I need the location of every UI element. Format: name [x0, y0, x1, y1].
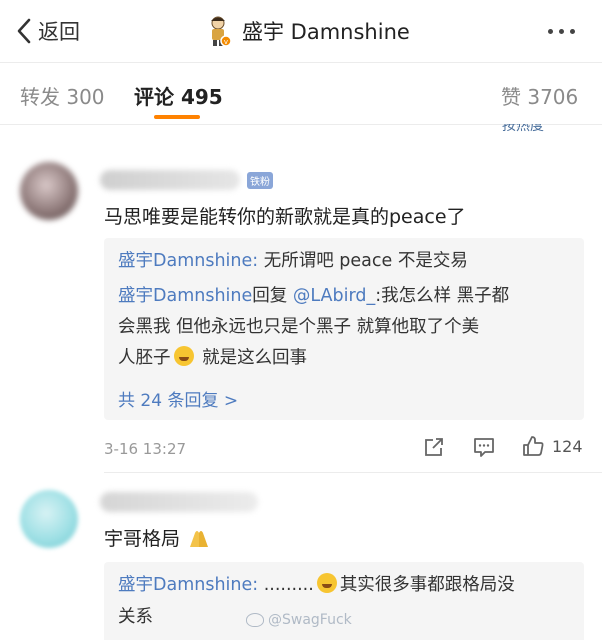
tab-likes[interactable]: 赞 3706	[501, 81, 578, 110]
reply-author-link[interactable]: 盛宇Damnshine:	[118, 575, 258, 595]
comment-text: 宇哥格局	[104, 524, 212, 551]
reply-text: 人胚子	[118, 348, 171, 368]
reply-box[interactable]: 盛宇Damnshine: ......... 其实很多事都跟格局没 关系	[104, 562, 584, 640]
reply-line: 人胚子 就是这么回事	[118, 343, 307, 374]
like-button[interactable]: 124	[522, 435, 583, 457]
back-label: 返回	[38, 20, 80, 44]
reply-line: 关系	[118, 602, 153, 633]
reply-text: 无所谓吧 peace 不是交易	[258, 251, 468, 271]
comment-text: 马思唯要是能转你的新歌就是真的peace了	[104, 206, 466, 228]
reply-box[interactable]: 盛宇Damnshine: 无所谓吧 peace 不是交易 盛宇Damnshine…	[104, 238, 584, 420]
reply-text: 关系	[118, 607, 153, 627]
commenter-avatar[interactable]	[20, 490, 78, 548]
thumbs-up-icon	[523, 436, 544, 456]
fan-badge: 铁粉	[247, 172, 273, 189]
author-avatar[interactable]: v	[206, 15, 232, 47]
watermark-text: @SwagFuck	[268, 612, 352, 628]
tab-reposts[interactable]: 转发 300	[20, 81, 105, 110]
comment-item: 铁粉 马思唯要是能转你的新歌就是真的peace了 盛宇Damnshine: 无所…	[0, 150, 602, 470]
cartoon-avatar-icon: v	[211, 16, 232, 47]
chevron-left-icon	[17, 18, 31, 44]
commenter-username[interactable]	[100, 492, 258, 512]
reply-text: .........	[258, 575, 314, 595]
smiling-face-emoji-icon	[173, 346, 194, 366]
reply-text: 会黑我 但他永远也只是个黑子 就算他取了个美	[118, 317, 480, 337]
share-icon	[425, 438, 443, 456]
active-tab-indicator	[154, 115, 200, 119]
nav-title-group: v 盛宇 Damnshine	[206, 12, 410, 50]
commenter-username[interactable]	[100, 170, 240, 190]
reply-line: 会黑我 但他永远也只是个黑子 就算他取了个美	[118, 312, 479, 343]
reply-line: 盛宇Damnshine: 无所谓吧 peace 不是交易	[118, 246, 468, 277]
reply-text: 其实很多事都跟格局没	[339, 575, 515, 595]
view-more-replies-link[interactable]: 共 24 条回复 >	[118, 386, 238, 411]
reply-author-link[interactable]: 盛宇Damnshine:	[118, 251, 258, 271]
reply-line: 盛宇Damnshine回复 @LAbird_:我怎么样 黑子都	[118, 281, 509, 312]
reply-text: :我怎么样 黑子都	[375, 286, 510, 306]
tab-comments[interactable]: 评论 495	[134, 81, 223, 110]
commenter-avatar[interactable]	[20, 162, 78, 220]
share-button[interactable]	[423, 436, 445, 458]
weibo-logo-icon	[246, 613, 264, 627]
comment-timestamp: 3-16 13:27	[104, 440, 187, 458]
more-options-icon[interactable]	[548, 29, 575, 34]
tab-bar: 转发 300 评论 495 赞 3706	[0, 63, 602, 123]
back-button[interactable]: 返回	[14, 14, 80, 48]
reply-author-link[interactable]: 盛宇Damnshine	[118, 286, 252, 306]
comment-icon	[474, 438, 494, 457]
reply-text: 回复	[252, 286, 288, 306]
reply-line: 盛宇Damnshine: ......... 其实很多事都跟格局没	[118, 570, 515, 601]
mention-link[interactable]: @LAbird_	[293, 286, 375, 306]
laughing-face-emoji-icon	[316, 573, 337, 593]
svg-text:v: v	[224, 38, 228, 46]
folded-hands-emoji-icon	[190, 531, 209, 547]
watermark: @SwagFuck	[246, 612, 352, 628]
like-count: 124	[552, 436, 583, 456]
top-nav-bar: 返回 v 盛宇 Damnshine	[0, 0, 602, 62]
page-title: 盛宇 Damnshine	[242, 20, 410, 44]
comment-divider	[104, 472, 602, 473]
reply-text: 就是这么回事	[196, 348, 308, 368]
reply-button[interactable]	[473, 436, 495, 458]
